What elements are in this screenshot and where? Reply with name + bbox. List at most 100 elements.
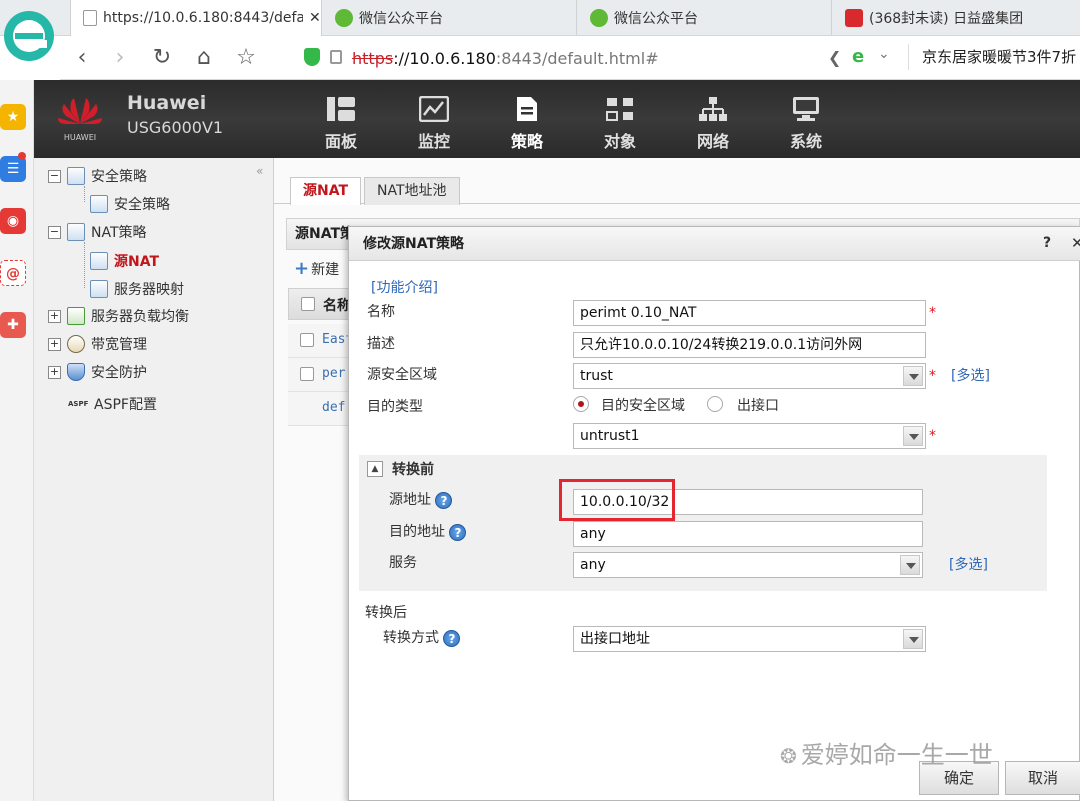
expand-icon[interactable]: + <box>48 337 61 351</box>
tree-item-source-nat[interactable]: 源NAT <box>90 251 159 271</box>
tree-item-server-lb[interactable]: + 服务器负载均衡 <box>48 306 189 326</box>
multi-select-link[interactable]: [多选] <box>949 554 988 574</box>
tree-item-security-policy-group[interactable]: − 安全策略 <box>48 166 147 186</box>
tree-item-server-mapping[interactable]: 服务器映射 <box>90 279 184 299</box>
huawei-logo-text: HUAWEI <box>64 133 96 142</box>
nav-dashboard[interactable]: 面板 <box>306 96 376 152</box>
nav-object[interactable]: 对象 <box>585 96 655 152</box>
aspf-icon: ASPF <box>68 400 89 408</box>
browser-side-rail: ★ ☰ ◉ @ ✚ <box>0 80 34 801</box>
reload-icon[interactable]: ↻ <box>148 44 176 72</box>
brand-name: Huawei <box>127 92 207 114</box>
expand-icon[interactable]: + <box>48 309 61 323</box>
favorite-star-icon[interactable]: ☆ <box>232 44 260 72</box>
watermark-text: 爱婷如命一生一世 <box>800 741 993 769</box>
back-icon[interactable]: ‹ <box>68 44 96 72</box>
chevron-down-icon[interactable]: ⌄ <box>878 46 890 62</box>
service-select[interactable]: any <box>573 552 923 578</box>
promo-link[interactable]: 京东居家暖暖节3件7折 <box>922 46 1076 67</box>
description-input[interactable]: 只允许10.0.0.10/24转换219.0.0.1访问外网 <box>573 332 926 358</box>
tab-label: 微信公众平台 <box>614 11 698 27</box>
help-icon[interactable]: ? <box>1043 235 1051 251</box>
tree-item-aspf[interactable]: ASPF ASPF配置 <box>68 394 157 414</box>
name-label: 名称 <box>367 304 395 320</box>
forward-icon[interactable]: › <box>106 44 134 72</box>
engine-icon[interactable]: e <box>852 46 864 67</box>
tab-close-icon[interactable]: ✕ <box>309 10 321 26</box>
tree-item-security-protection[interactable]: + 安全防护 <box>48 362 147 382</box>
home-icon[interactable]: ⌂ <box>190 44 218 72</box>
cancel-button[interactable]: 取消 <box>1005 761 1080 795</box>
weibo-icon[interactable]: ◉ <box>0 208 26 234</box>
tree-item-bandwidth[interactable]: + 带宽管理 <box>48 334 147 354</box>
chevron-down-icon[interactable] <box>900 555 920 575</box>
source-zone-select[interactable]: trust <box>573 363 926 389</box>
dest-zone-radio[interactable] <box>573 396 589 412</box>
nav-monitor[interactable]: 监控 <box>399 96 469 152</box>
translation-method-select[interactable]: 出接口地址 <box>573 626 926 652</box>
required-mark: * <box>929 428 936 444</box>
browser-tab-active[interactable]: https://10.0.6.180:8443/defa ✕ <box>70 0 322 36</box>
tab-nat-address-pool[interactable]: NAT地址池 <box>364 177 460 205</box>
expand-icon[interactable]: + <box>48 365 61 379</box>
content-tab-strip: 源NAT NAT地址池 <box>274 158 1080 205</box>
mail-at-icon[interactable]: @ <box>0 260 26 286</box>
chevron-down-icon[interactable] <box>903 366 923 386</box>
egress-interface-radio-label[interactable]: 出接口 <box>737 395 779 415</box>
share-icon[interactable]: ❮ <box>828 48 841 67</box>
after-translation-heading: 转换后 <box>365 605 407 621</box>
nav-policy[interactable]: 策略 <box>492 96 562 152</box>
destination-address-input[interactable]: any <box>573 521 923 547</box>
section-collapse-icon[interactable]: ▲ <box>367 461 383 477</box>
game-icon[interactable]: ✚ <box>0 312 26 338</box>
multi-select-link[interactable]: [多选] <box>951 365 990 385</box>
collapse-tree-icon[interactable]: « <box>256 164 263 178</box>
tree-item-security-policy[interactable]: 安全策略 <box>90 194 170 214</box>
destination-address-label-text: 目的地址 <box>389 524 445 540</box>
favorites-star-icon[interactable]: ★ <box>0 104 26 130</box>
new-label: 新建 <box>311 262 340 278</box>
nav-system[interactable]: 系统 <box>771 96 841 152</box>
notification-dot <box>18 152 26 160</box>
tab-label: 微信公众平台 <box>359 11 443 27</box>
row-checkbox[interactable] <box>300 333 314 347</box>
tab-source-nat[interactable]: 源NAT <box>290 177 362 205</box>
tree-label: 安全策略 <box>91 169 147 185</box>
collapse-icon[interactable]: − <box>48 169 61 183</box>
tree-item-nat-policy-group[interactable]: − NAT策略 <box>48 222 147 242</box>
nat-icon <box>67 223 85 241</box>
browser-toolbar: ‹ › ↻ ⌂ ☆ https ://10.0.6.180 :8443/defa… <box>60 36 1080 80</box>
destination-zone-select[interactable]: untrust1 <box>573 423 926 449</box>
row-name[interactable]: per <box>322 366 345 381</box>
egress-interface-radio[interactable] <box>707 396 723 412</box>
description-label: 描述 <box>367 336 395 352</box>
collapse-icon[interactable]: − <box>48 225 61 239</box>
select-all-checkbox[interactable] <box>301 297 315 311</box>
browser-tab-mail[interactable]: (368封未读) 日益盛集团 <box>833 0 1080 36</box>
translation-method-label-text: 转换方式 <box>383 630 439 646</box>
source-zone-label: 源安全区域 <box>367 367 437 383</box>
browser-tab-wechat-1[interactable]: 微信公众平台 <box>323 0 577 36</box>
dest-zone-radio-label[interactable]: 目的安全区域 <box>601 395 685 415</box>
security-shield-icon[interactable] <box>304 48 320 66</box>
chevron-down-icon[interactable] <box>903 426 923 446</box>
source-zone-value: trust <box>580 368 613 384</box>
row-name[interactable]: def <box>322 400 345 415</box>
row-checkbox[interactable] <box>300 367 314 381</box>
system-icon <box>793 97 819 121</box>
help-question-icon[interactable]: ? <box>435 491 453 509</box>
help-question-icon[interactable]: ? <box>449 523 467 541</box>
help-question-icon[interactable]: ? <box>443 629 461 647</box>
insecure-lock-icon <box>330 50 342 64</box>
tree-label: 安全防护 <box>91 365 147 381</box>
nav-label: 策略 <box>510 132 543 151</box>
nav-label: 面板 <box>324 132 357 151</box>
new-button[interactable]: + 新建 <box>294 258 339 279</box>
chevron-down-icon[interactable] <box>903 629 923 649</box>
feature-intro-link[interactable]: [功能介绍] <box>371 277 438 297</box>
name-input[interactable]: perimt 0.10_NAT <box>573 300 926 326</box>
nav-network[interactable]: 网络 <box>678 96 748 152</box>
tree-label: 带宽管理 <box>91 337 147 353</box>
close-icon[interactable]: ✕ <box>1071 234 1080 252</box>
browser-tab-wechat-2[interactable]: 微信公众平台 <box>578 0 832 36</box>
